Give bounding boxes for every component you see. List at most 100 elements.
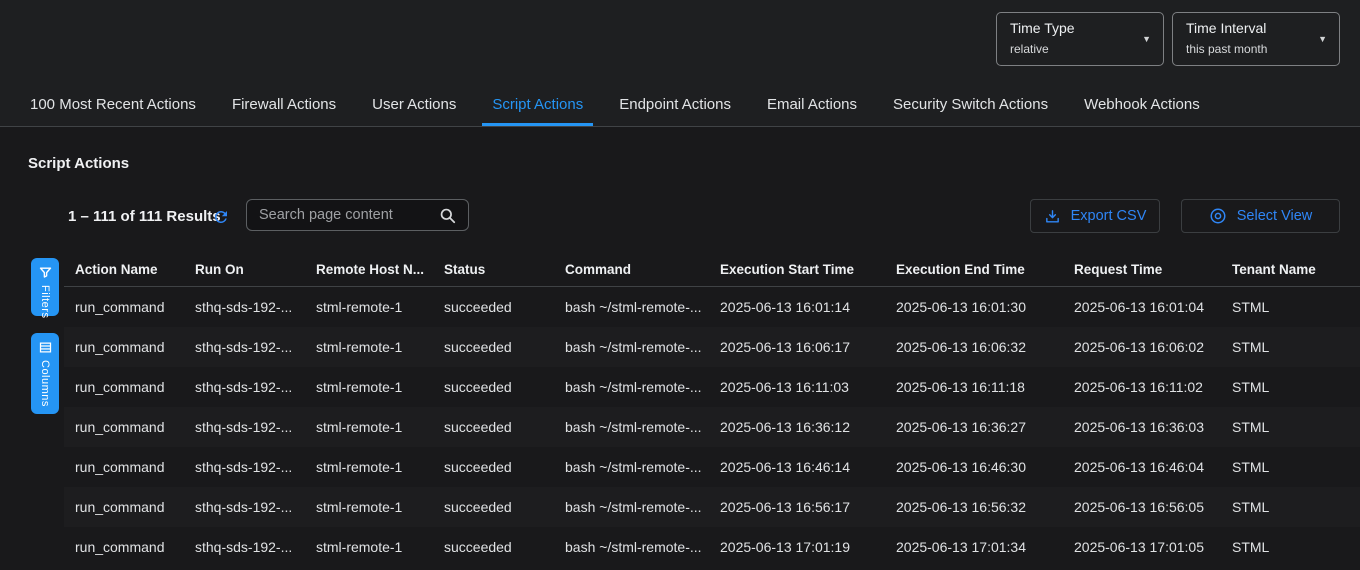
column-header: Tenant Name [1221, 262, 1360, 277]
table-cell: 2025-06-13 16:11:18 [885, 379, 1063, 395]
time-interval-label: Time Interval [1186, 20, 1266, 36]
table-row[interactable]: run_commandsthq-sds-192-...stml-remote-1… [64, 487, 1360, 527]
table-cell: 2025-06-13 16:56:17 [709, 499, 885, 515]
table-row[interactable]: run_commandsthq-sds-192-...stml-remote-1… [64, 447, 1360, 487]
table-row[interactable]: run_commandsthq-sds-192-...stml-remote-1… [64, 527, 1360, 567]
table-cell: STML [1221, 459, 1360, 475]
time-type-value: relative [1010, 42, 1049, 56]
table-cell: stml-remote-1 [305, 379, 433, 395]
table-cell: succeeded [433, 299, 554, 315]
tab-firewall-actions[interactable]: Firewall Actions [222, 86, 346, 126]
results-count: 1 – 111 of 111 Results [68, 208, 221, 225]
table-cell: STML [1221, 499, 1360, 515]
table-cell: sthq-sds-192-... [184, 379, 305, 395]
table-row[interactable]: run_commandsthq-sds-192-...stml-remote-1… [64, 407, 1360, 447]
time-interval-dropdown[interactable]: Time Interval this past month ▼ [1172, 12, 1340, 66]
time-interval-value: this past month [1186, 42, 1267, 56]
table-cell: bash ~/stml-remote-... [554, 539, 709, 555]
eye-icon [1209, 207, 1227, 225]
table-cell: succeeded [433, 379, 554, 395]
refresh-button[interactable] [210, 206, 232, 228]
table-cell: 2025-06-13 16:46:14 [709, 459, 885, 475]
refresh-icon [212, 208, 230, 226]
tab-email-actions[interactable]: Email Actions [757, 86, 867, 126]
table-cell: run_command [64, 539, 184, 555]
table-cell: bash ~/stml-remote-... [554, 419, 709, 435]
table-header-row: Action NameRun OnRemote Host N...StatusC… [64, 252, 1360, 287]
column-header: Action Name [64, 262, 184, 277]
table-cell: stml-remote-1 [305, 299, 433, 315]
filter-icon [38, 265, 53, 280]
tab-webhook-actions[interactable]: Webhook Actions [1074, 86, 1210, 126]
export-csv-button[interactable]: Export CSV [1030, 199, 1160, 233]
table-cell: STML [1221, 419, 1360, 435]
content-area: Script Actions 1 – 111 of 111 Results Ex… [0, 127, 1360, 570]
tab-user-actions[interactable]: User Actions [362, 86, 466, 126]
column-header: Command [554, 262, 709, 277]
table-cell: bash ~/stml-remote-... [554, 459, 709, 475]
table-row[interactable]: run_commandsthq-sds-192-...stml-remote-1… [64, 287, 1360, 327]
table-cell: sthq-sds-192-... [184, 299, 305, 315]
table-cell: 2025-06-13 16:06:02 [1063, 339, 1221, 355]
tab-security-switch-actions[interactable]: Security Switch Actions [883, 86, 1058, 126]
filters-button[interactable]: Filters [31, 258, 59, 316]
search-input[interactable] [247, 200, 437, 230]
table-cell: 2025-06-13 16:06:17 [709, 339, 885, 355]
table-cell: stml-remote-1 [305, 459, 433, 475]
column-header: Status [433, 262, 554, 277]
time-type-label: Time Type [1010, 20, 1075, 36]
table-cell: succeeded [433, 539, 554, 555]
column-header: Execution End Time [885, 262, 1063, 277]
tab-endpoint-actions[interactable]: Endpoint Actions [609, 86, 741, 126]
column-header: Run On [184, 262, 305, 277]
table-cell: 2025-06-13 16:36:27 [885, 419, 1063, 435]
app-root: Time Type relative ▼ Time Interval this … [0, 0, 1360, 570]
table-cell: 2025-06-13 17:01:34 [885, 539, 1063, 555]
tab-bar: 100 Most Recent Actions Firewall Actions U… [0, 86, 1360, 127]
table-cell: run_command [64, 339, 184, 355]
tab-100-most-recent-actions[interactable]: 100 Most Recent Actions [20, 86, 206, 126]
table-cell: run_command [64, 299, 184, 315]
table-cell: 2025-06-13 16:36:03 [1063, 419, 1221, 435]
table-cell: run_command [64, 459, 184, 475]
columns-button[interactable]: Columns [31, 333, 59, 414]
table-body: run_commandsthq-sds-192-...stml-remote-1… [64, 287, 1360, 567]
table-row[interactable]: run_commandsthq-sds-192-...stml-remote-1… [64, 327, 1360, 367]
table-cell: 2025-06-13 16:11:02 [1063, 379, 1221, 395]
table-cell: 2025-06-13 16:56:32 [885, 499, 1063, 515]
table-cell: bash ~/stml-remote-... [554, 299, 709, 315]
table-cell: stml-remote-1 [305, 339, 433, 355]
table-cell: 2025-06-13 16:01:14 [709, 299, 885, 315]
export-csv-label: Export CSV [1071, 208, 1147, 224]
table-cell: stml-remote-1 [305, 499, 433, 515]
column-header: Request Time [1063, 262, 1221, 277]
table-cell: STML [1221, 539, 1360, 555]
table-cell: sthq-sds-192-... [184, 539, 305, 555]
table-cell: run_command [64, 419, 184, 435]
table-cell: bash ~/stml-remote-... [554, 339, 709, 355]
table-cell: sthq-sds-192-... [184, 339, 305, 355]
table-row[interactable]: run_commandsthq-sds-192-...stml-remote-1… [64, 367, 1360, 407]
filters-label: Filters [39, 285, 51, 318]
table-cell: sthq-sds-192-... [184, 459, 305, 475]
column-header: Execution Start Time [709, 262, 885, 277]
table-cell: stml-remote-1 [305, 539, 433, 555]
table-cell: succeeded [433, 339, 554, 355]
search-icon [438, 206, 457, 225]
select-view-button[interactable]: Select View [1181, 199, 1340, 233]
chevron-down-icon: ▼ [1318, 34, 1327, 44]
columns-icon [38, 340, 53, 355]
table-cell: STML [1221, 339, 1360, 355]
chevron-down-icon: ▼ [1142, 34, 1151, 44]
tab-script-actions[interactable]: Script Actions [482, 86, 593, 126]
table-cell: run_command [64, 499, 184, 515]
table-cell: 2025-06-13 16:46:30 [885, 459, 1063, 475]
table-cell: bash ~/stml-remote-... [554, 379, 709, 395]
time-type-dropdown[interactable]: Time Type relative ▼ [996, 12, 1164, 66]
table-cell: 2025-06-13 16:56:05 [1063, 499, 1221, 515]
table-cell: STML [1221, 379, 1360, 395]
table-cell: 2025-06-13 16:36:12 [709, 419, 885, 435]
table-cell: bash ~/stml-remote-... [554, 499, 709, 515]
table-cell: sthq-sds-192-... [184, 499, 305, 515]
table-cell: 2025-06-13 16:11:03 [709, 379, 885, 395]
